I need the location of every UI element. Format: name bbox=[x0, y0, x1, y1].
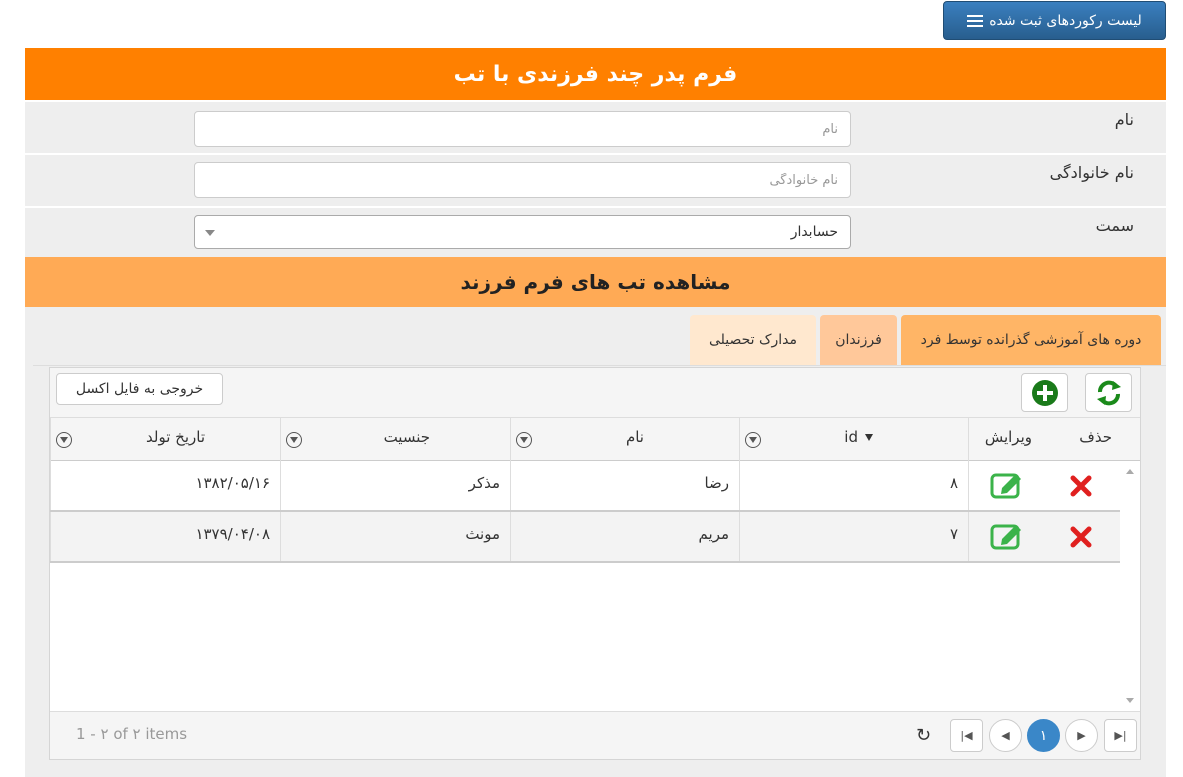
position-select[interactable]: حسابدار bbox=[194, 215, 851, 249]
family-input[interactable] bbox=[194, 162, 851, 198]
refresh-button[interactable] bbox=[1085, 373, 1132, 412]
vertical-scrollbar[interactable] bbox=[1120, 461, 1140, 711]
parent-form: فرم پدر چند فرزندی با تب نام نام خانوادگ… bbox=[25, 48, 1166, 777]
delete-icon[interactable] bbox=[1070, 526, 1092, 548]
cell-delete bbox=[1044, 512, 1120, 561]
name-label: نام bbox=[1114, 110, 1134, 129]
prev-page-icon: ◀ bbox=[1001, 729, 1010, 742]
cell-birth: ۱۳۸۲/۰۵/۱۶ bbox=[50, 461, 280, 510]
children-grid: خروجی به فایل اکسل تاریخ تولد جنسیت نام … bbox=[49, 367, 1141, 760]
records-list-button[interactable]: لیست رکوردهای ثبت شده bbox=[943, 1, 1166, 40]
add-button[interactable] bbox=[1021, 373, 1068, 412]
chevron-down-icon bbox=[205, 230, 215, 236]
prev-page-button[interactable]: ◀ bbox=[989, 719, 1022, 752]
cell-name: مریم bbox=[510, 512, 739, 561]
filter-icon[interactable] bbox=[516, 432, 532, 448]
scroll-down-icon[interactable] bbox=[1126, 698, 1134, 703]
column-name[interactable]: نام bbox=[510, 418, 739, 461]
column-birth[interactable]: تاریخ تولد bbox=[50, 418, 280, 461]
last-page-button[interactable]: ▶| bbox=[1104, 719, 1137, 752]
pager-info: 1 - ۲ of ۲ items bbox=[76, 725, 188, 743]
tab-children[interactable]: فرزندان bbox=[820, 315, 897, 365]
list-icon bbox=[967, 14, 984, 27]
records-list-label: لیست رکوردهای ثبت شده bbox=[989, 12, 1142, 29]
first-page-button[interactable]: |◀ bbox=[950, 719, 983, 752]
name-input[interactable] bbox=[194, 111, 851, 147]
table-row: ۱۳۷۹/۰۴/۰۸ مونث مریم ۷ bbox=[50, 512, 1120, 563]
column-id[interactable]: id bbox=[739, 418, 968, 461]
grid-pager: 1 - ۲ of ۲ items ↻ |◀ ◀ ۱ ▶ ▶| bbox=[50, 711, 1140, 759]
tab-courses[interactable]: دوره های آموزشی گذرانده توسط فرد bbox=[901, 315, 1161, 365]
filter-icon[interactable] bbox=[745, 432, 761, 448]
column-delete: حذف bbox=[1079, 428, 1112, 446]
last-page-icon: ▶| bbox=[1114, 729, 1127, 742]
family-label: نام خانوادگی bbox=[1049, 163, 1134, 182]
first-page-icon: |◀ bbox=[960, 729, 973, 742]
excel-export-button[interactable]: خروجی به فایل اکسل bbox=[56, 373, 223, 405]
cell-birth: ۱۳۷۹/۰۴/۰۸ bbox=[50, 512, 280, 561]
position-label: سمت bbox=[1095, 216, 1134, 235]
cell-gender: مونث bbox=[280, 512, 510, 561]
tabs-section-title: مشاهده تب های فرم فرزند bbox=[25, 257, 1166, 307]
name-row: نام bbox=[25, 100, 1166, 153]
delete-icon[interactable] bbox=[1070, 475, 1092, 497]
edit-icon[interactable] bbox=[990, 470, 1024, 500]
filter-icon[interactable] bbox=[286, 432, 302, 448]
form-title: فرم پدر چند فرزندی با تب bbox=[25, 48, 1166, 100]
column-edit: ویرایش bbox=[968, 418, 1044, 461]
tab-strip: دوره های آموزشی گذرانده توسط فرد فرزندان… bbox=[690, 315, 1161, 365]
cell-delete bbox=[1044, 461, 1120, 510]
position-value: حسابدار bbox=[790, 224, 838, 240]
tabs-divider bbox=[33, 365, 1166, 366]
grid-header: تاریخ تولد جنسیت نام id ویرایش حذف bbox=[50, 418, 1140, 461]
family-row: نام خانوادگی bbox=[25, 153, 1166, 206]
cell-gender: مذکر bbox=[280, 461, 510, 510]
cell-name: رضا bbox=[510, 461, 739, 510]
plus-circle-icon bbox=[1031, 379, 1058, 406]
page-button-1[interactable]: ۱ bbox=[1027, 719, 1060, 752]
page: لیست رکوردهای ثبت شده فرم پدر چند فرزندی… bbox=[0, 0, 1183, 777]
cell-edit bbox=[968, 461, 1044, 510]
table-row: ۱۳۸۲/۰۵/۱۶ مذکر رضا ۸ bbox=[50, 461, 1120, 512]
next-page-button[interactable]: ▶ bbox=[1065, 719, 1098, 752]
cell-id: ۸ bbox=[739, 461, 968, 510]
grid-toolbar: خروجی به فایل اکسل bbox=[50, 368, 1140, 418]
position-row: سمت حسابدار bbox=[25, 206, 1166, 257]
sort-desc-icon bbox=[865, 434, 873, 441]
refresh-icon bbox=[1096, 380, 1121, 405]
edit-icon[interactable] bbox=[990, 521, 1024, 551]
filter-icon[interactable] bbox=[56, 432, 72, 448]
pager-refresh-icon[interactable]: ↻ bbox=[916, 725, 931, 746]
tab-degrees[interactable]: مدارک تحصیلی bbox=[690, 315, 816, 365]
column-gender[interactable]: جنسیت bbox=[280, 418, 510, 461]
cell-id: ۷ bbox=[739, 512, 968, 561]
scroll-up-icon[interactable] bbox=[1126, 469, 1134, 474]
next-page-icon: ▶ bbox=[1077, 729, 1086, 742]
cell-edit bbox=[968, 512, 1044, 561]
